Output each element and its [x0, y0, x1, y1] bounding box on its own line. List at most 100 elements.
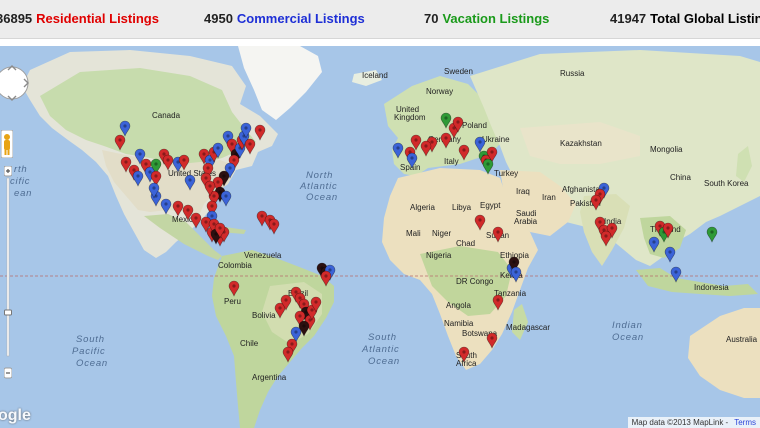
ocean-label-north-pacific-3: ean	[14, 188, 32, 199]
pan-control[interactable]	[0, 64, 29, 102]
listing-pin-dot	[444, 116, 448, 120]
listing-pin-dot	[328, 268, 332, 272]
label-argentina: Argentina	[252, 373, 287, 382]
label-niger: Niger	[432, 229, 451, 238]
ocean-label-north-pacific-1: rth	[14, 164, 28, 175]
label-colombia: Colombia	[218, 261, 252, 270]
label-libya: Libya	[452, 203, 472, 212]
listing-pin-dot	[430, 140, 434, 144]
label-uk-2: Kingdom	[394, 113, 426, 122]
label-saudi-2: Arabia	[514, 217, 538, 226]
commercial-stat: 4950 Commercial Listings	[204, 11, 365, 26]
label-italy: Italy	[444, 157, 459, 166]
label-norway: Norway	[426, 87, 453, 96]
ocean-label-south-atlantic-3: Ocean	[368, 356, 400, 367]
zoom-track[interactable]	[6, 177, 10, 357]
listing-pin-dot	[222, 174, 226, 178]
label-turkey: Turkey	[494, 169, 518, 178]
attribution-text: Map data ©2013 MapLink -	[631, 418, 729, 427]
listing-pin-dot	[224, 194, 228, 198]
listing-pin-dot	[486, 162, 490, 166]
listing-pin-dot	[194, 216, 198, 220]
label-nigeria: Nigeria	[426, 251, 452, 260]
listing-pin-dot	[290, 342, 294, 346]
listing-pin-dot	[164, 202, 168, 206]
label-south-africa-2: Africa	[456, 359, 477, 368]
label-chile: Chile	[240, 339, 259, 348]
listing-pin-dot	[496, 298, 500, 302]
listing-pin-dot	[478, 218, 482, 222]
listing-pin-dot	[132, 168, 136, 172]
listing-pin-dot	[258, 128, 262, 132]
listing-pin-dot	[598, 192, 602, 196]
listing-pin-dot	[228, 166, 232, 170]
listing-pin-dot	[216, 146, 220, 150]
pan-arrows-icon[interactable]	[0, 64, 29, 102]
terms-link[interactable]: Terms	[734, 418, 756, 427]
listing-pin-dot	[166, 158, 170, 162]
listing-pin-dot	[232, 284, 236, 288]
label-namibia: Namibia	[444, 319, 474, 328]
label-egypt: Egypt	[480, 201, 501, 210]
listing-pin-dot	[310, 308, 314, 312]
listing-pin-dot	[232, 158, 236, 162]
label-ukraine: Ukraine	[482, 135, 510, 144]
listing-pin-dot	[226, 134, 230, 138]
listing-pin-dot	[490, 150, 494, 154]
total-label: Total Global Listings	[650, 11, 760, 26]
listing-pin-dot	[188, 178, 192, 182]
listing-pin-dot	[302, 302, 306, 306]
zoom-slider[interactable]	[3, 165, 13, 380]
street-view-pegman-icon[interactable]	[0, 129, 14, 159]
listing-pin-dot	[144, 162, 148, 166]
label-australia: Australia	[726, 335, 758, 344]
label-chad: Chad	[456, 239, 475, 248]
ocean-label-south-pacific-1: South	[76, 334, 105, 345]
listing-pin-dot	[202, 152, 206, 156]
listing-pin-dot	[424, 144, 428, 148]
listing-pin-dot	[204, 220, 208, 224]
label-mongolia: Mongolia	[650, 145, 683, 154]
label-algeria: Algeria	[410, 203, 435, 212]
listing-pin-dot	[136, 174, 140, 178]
ocean-label-north-atlantic-2: Atlantic	[299, 181, 338, 192]
label-indonesia: Indonesia	[694, 283, 729, 292]
ocean-label-indian-2: Ocean	[612, 332, 644, 343]
listing-pin-dot	[212, 222, 216, 226]
google-logo: ogle	[0, 407, 31, 424]
listing-pin-dot	[496, 230, 500, 234]
listing-pin-dot	[604, 234, 608, 238]
residential-label: Residential Listings	[36, 11, 159, 26]
listing-pin-dot	[212, 194, 216, 198]
commercial-label: Commercial Listings	[236, 11, 365, 26]
world-map[interactable]: Iceland Sweden Norway Russia United King…	[0, 46, 760, 428]
label-russia: Russia	[560, 69, 585, 78]
listing-pin-dot	[610, 226, 614, 230]
listing-pin-dot	[260, 214, 264, 218]
ocean-label-north-atlantic-3: Ocean	[306, 192, 338, 203]
listing-pin-dot	[162, 152, 166, 156]
map-canvas[interactable]: Iceland Sweden Norway Russia United King…	[0, 46, 760, 428]
label-iraq: Iraq	[516, 187, 530, 196]
listing-pin-dot	[210, 214, 214, 218]
listing-pin-dot	[490, 336, 494, 340]
listing-pin-dot	[478, 140, 482, 144]
listing-pin-dot	[308, 318, 312, 322]
listing-pin-dot	[218, 226, 222, 230]
listing-pin-dot	[514, 270, 518, 274]
ocean-label-south-pacific-2: Pacific	[72, 346, 106, 357]
listing-pin-dot	[154, 162, 158, 166]
residential-stat: 36895Residential Listings	[0, 11, 159, 26]
listing-pin-dot	[410, 156, 414, 160]
label-venezuela: Venezuela	[244, 251, 282, 260]
listing-pin-dot	[182, 158, 186, 162]
label-madagascar: Madagascar	[506, 323, 550, 332]
listing-pin-dot	[218, 190, 222, 194]
label-kazakhstan: Kazakhstan	[560, 139, 602, 148]
label-bolivia: Bolivia	[252, 311, 276, 320]
zoom-thumb[interactable]	[4, 309, 12, 316]
listing-pin-dot	[658, 224, 662, 228]
listing-pin-dot	[462, 350, 466, 354]
label-south-korea: South Korea	[704, 179, 749, 188]
listing-pin-dot	[512, 260, 516, 264]
